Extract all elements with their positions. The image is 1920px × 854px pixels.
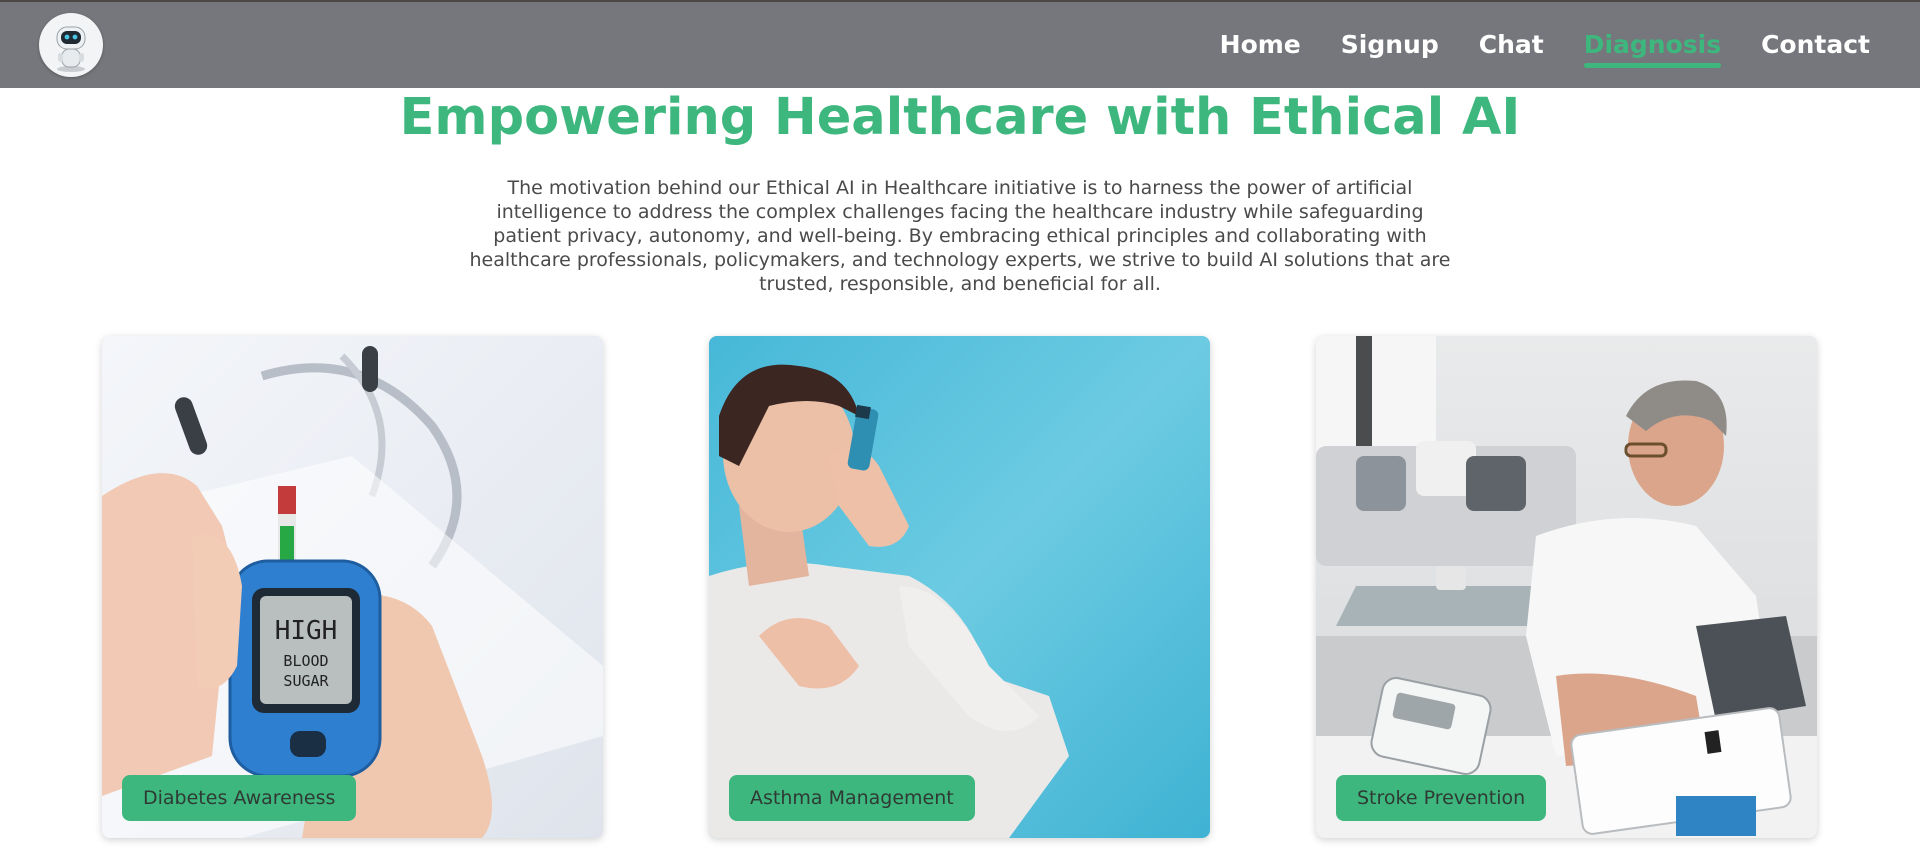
card-label: Diabetes Awareness bbox=[122, 775, 357, 821]
nav-home[interactable]: Home bbox=[1220, 30, 1301, 60]
robot-logo-icon[interactable] bbox=[39, 13, 103, 77]
card-label: Stroke Prevention bbox=[1336, 775, 1547, 821]
blood-pressure-image bbox=[1316, 336, 1817, 838]
meter-text-sugar: SUGAR bbox=[283, 672, 329, 690]
intro-paragraph: The motivation behind our Ethical AI in … bbox=[469, 177, 1451, 295]
page-title: Empowering Healthcare with Ethical AI bbox=[399, 88, 1521, 147]
meter-text-blood: BLOOD bbox=[283, 652, 328, 670]
nav-links: Home Signup Chat Diagnosis Contact bbox=[1220, 2, 1870, 88]
nav-contact[interactable]: Contact bbox=[1761, 30, 1870, 60]
nav-diagnosis[interactable]: Diagnosis bbox=[1583, 30, 1722, 68]
card-stroke-prevention[interactable]: Stroke Prevention bbox=[1316, 336, 1817, 838]
nav-signup[interactable]: Signup bbox=[1341, 30, 1439, 60]
inhaler-image bbox=[709, 336, 1210, 838]
navbar: Home Signup Chat Diagnosis Contact bbox=[0, 0, 1920, 88]
nav-chat[interactable]: Chat bbox=[1479, 30, 1544, 60]
card-asthma-management[interactable]: Asthma Management bbox=[709, 336, 1210, 838]
card-label: Asthma Management bbox=[729, 775, 975, 821]
meter-text-high: HIGH bbox=[275, 616, 338, 646]
card-diabetes-awareness[interactable]: HIGH BLOOD SUGAR Diabetes Awareness bbox=[102, 336, 603, 838]
glucose-meter-image: HIGH BLOOD SUGAR bbox=[102, 336, 603, 838]
